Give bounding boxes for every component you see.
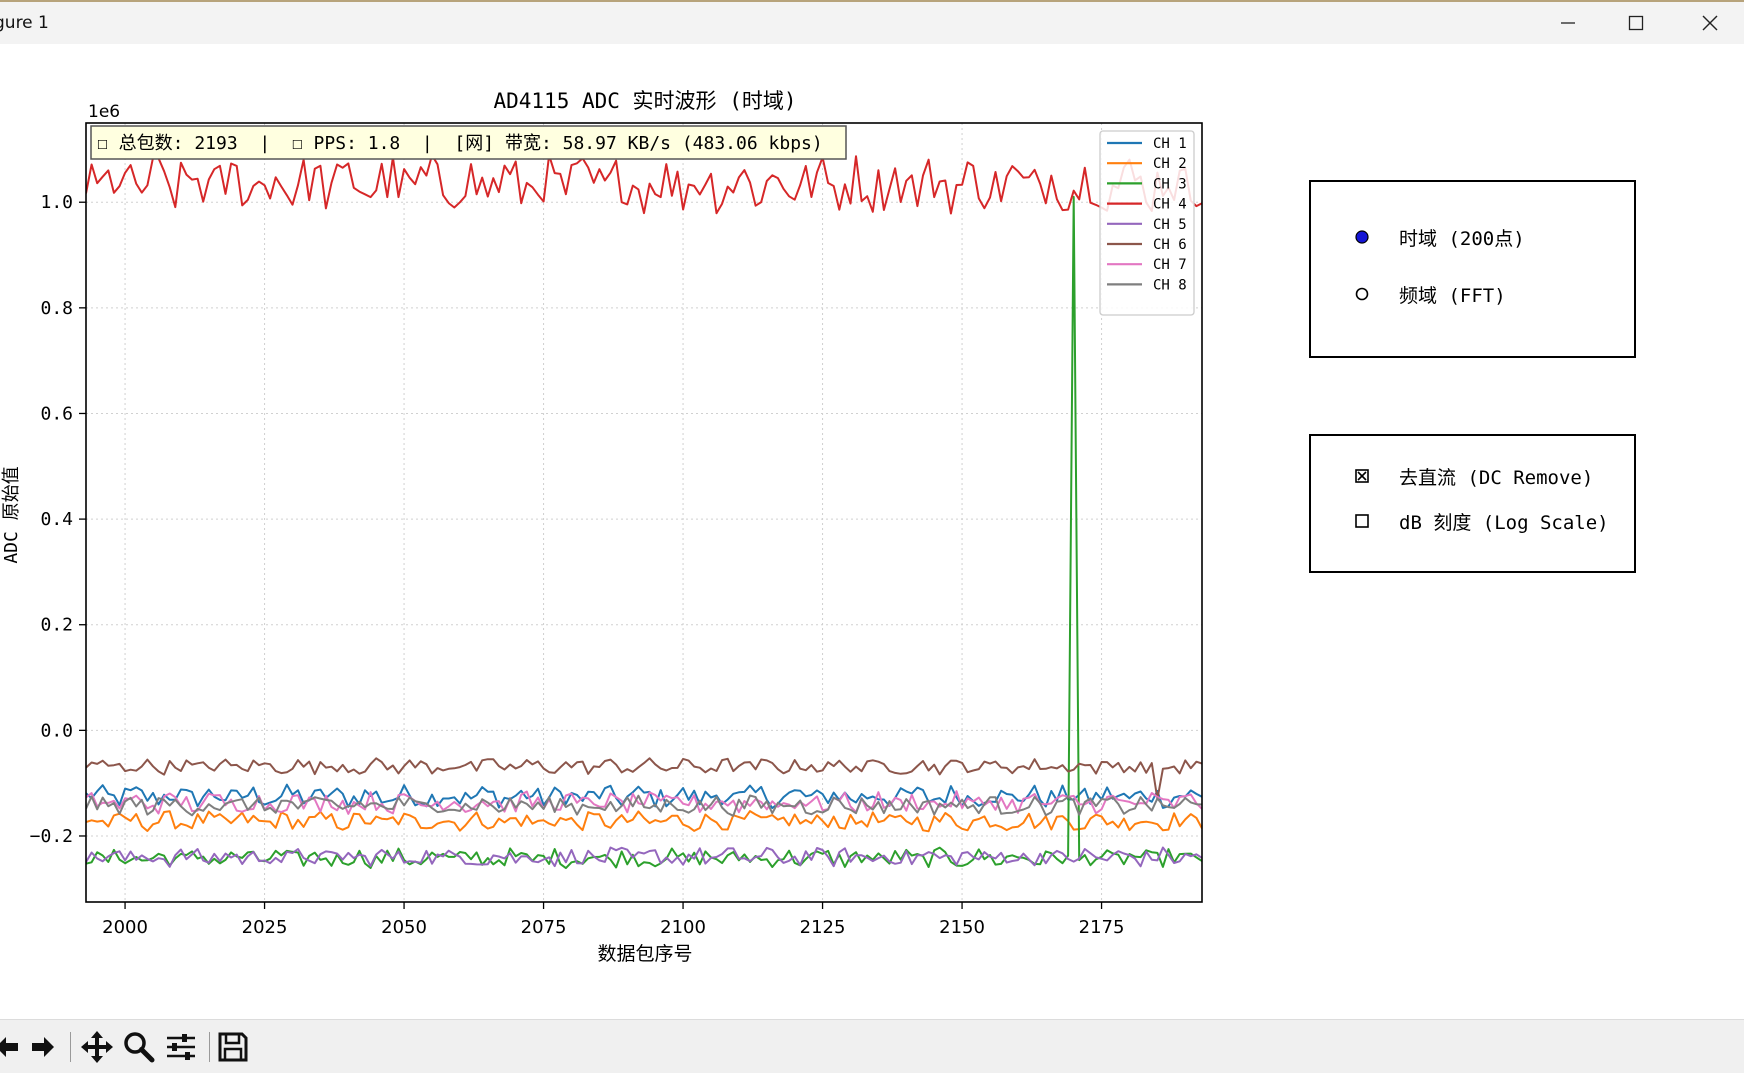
x-tick-label: 2075 <box>521 917 567 938</box>
legend-entry: CH 4 <box>1153 197 1187 213</box>
forward-icon <box>32 1037 54 1057</box>
legend-entry: CH 2 <box>1153 156 1187 172</box>
x-tick-label: 2100 <box>660 917 706 938</box>
series-lines <box>86 154 1202 870</box>
figure-window: gure 1 2000 2025 2050 2075 2100 2125 2150 2175 … <box>0 0 1744 1073</box>
pan-icon <box>81 1031 113 1063</box>
maximize-button[interactable] <box>1602 2 1670 44</box>
x-tick-label: 2000 <box>102 917 148 938</box>
legend-entry: CH 1 <box>1153 136 1187 152</box>
series-line-8 <box>86 794 1202 817</box>
radio-time-domain[interactable]: 时域 (200点) <box>1349 224 1525 250</box>
close-button[interactable] <box>1676 2 1744 44</box>
y-offset-label: 1e6 <box>88 102 120 122</box>
close-icon <box>1702 15 1718 31</box>
series-line-5 <box>86 846 1202 868</box>
radio-unselected-icon <box>1349 281 1375 307</box>
series-line-4 <box>86 154 1202 215</box>
checkbox-dc-remove[interactable]: 去直流 (DC Remove) <box>1349 463 1593 489</box>
toolbar-separator <box>70 1032 71 1062</box>
x-tick-label: 2150 <box>939 917 985 938</box>
legend-entry: CH 6 <box>1153 237 1187 253</box>
toolbar-separator <box>209 1032 210 1062</box>
pan-button[interactable] <box>78 1028 116 1066</box>
legend-entry: CH 7 <box>1153 257 1187 273</box>
checkbox-unchecked-icon <box>1349 508 1375 534</box>
checkbox-log-scale-label: dB 刻度 (Log Scale) <box>1399 511 1609 534</box>
figure-canvas: 2000 2025 2050 2075 2100 2125 2150 2175 −0.2 0.0… <box>0 44 1744 1019</box>
checkbox-checked-icon <box>1349 463 1375 489</box>
y-tick-label: 0.6 <box>40 403 73 424</box>
configure-button[interactable] <box>162 1028 200 1066</box>
y-axis-label: ADC 原始值 <box>1 466 22 563</box>
zoom-button[interactable] <box>120 1028 158 1066</box>
radio-frequency-domain[interactable]: 频域 (FFT) <box>1349 281 1506 307</box>
configure-icon <box>167 1034 195 1060</box>
legend-entry: CH 5 <box>1153 217 1187 233</box>
chart-title: AD4115 ADC 实时波形 (时域) <box>493 89 796 113</box>
series-line-2 <box>86 810 1202 833</box>
y-tick-label: −0.2 <box>30 826 73 847</box>
save-icon <box>218 1032 248 1062</box>
x-tick-label: 2175 <box>1079 917 1125 938</box>
x-tick-label: 2050 <box>381 917 427 938</box>
navigation-toolbar <box>0 1019 1744 1073</box>
y-tick-label: 0.4 <box>40 509 73 530</box>
y-tick-label: 0.8 <box>40 298 73 319</box>
x-axis-label: 数据包序号 <box>597 943 692 965</box>
title-bar: gure 1 <box>0 0 1744 44</box>
info-box: ☐ 总包数: 2193 | ☐ PPS: 1.8 | [网] 带宽: 58.97… <box>90 125 847 160</box>
y-ticks: −0.2 0.0 0.2 0.4 0.6 0.8 1.0 <box>30 192 86 847</box>
save-button[interactable] <box>214 1028 252 1066</box>
legend-entry: CH 8 <box>1153 277 1187 293</box>
y-tick-label: 0.0 <box>40 720 73 741</box>
back-icon <box>0 1037 18 1057</box>
display-mode-radio-panel: 时域 (200点) 频域 (FFT) <box>1309 180 1636 358</box>
radio-selected-icon <box>1349 224 1375 250</box>
legend: CH 1 CH 2 CH 3 CH 4 CH 5 CH 6 CH 7 CH 8 <box>1099 130 1195 316</box>
radio-frequency-domain-label: 频域 (FFT) <box>1399 284 1506 307</box>
x-tick-label: 2025 <box>242 917 288 938</box>
legend-entry: CH 3 <box>1153 176 1187 192</box>
y-tick-label: 0.2 <box>40 615 73 636</box>
minimize-icon <box>1561 22 1575 24</box>
forward-button[interactable] <box>24 1028 62 1066</box>
checkbox-dc-remove-label: 去直流 (DC Remove) <box>1399 466 1594 489</box>
maximize-icon <box>1628 15 1644 31</box>
zoom-icon <box>124 1032 155 1063</box>
y-tick-label: 1.0 <box>40 192 73 213</box>
processing-check-panel: 去直流 (DC Remove) dB 刻度 (Log Scale) <box>1309 434 1636 573</box>
x-tick-label: 2125 <box>800 917 846 938</box>
series-line-3 <box>86 195 1202 870</box>
x-ticks: 2000 2025 2050 2075 2100 2125 2150 2175 <box>102 902 1124 938</box>
info-box-text: ☐ 总包数: 2193 | ☐ PPS: 1.8 | [网] 带宽: 58.97… <box>97 133 823 154</box>
window-title: gure 1 <box>0 13 49 33</box>
back-button[interactable] <box>0 1028 26 1066</box>
minimize-button[interactable] <box>1534 2 1602 44</box>
checkbox-log-scale[interactable]: dB 刻度 (Log Scale) <box>1349 508 1609 534</box>
series-line-7 <box>86 790 1202 815</box>
radio-time-domain-label: 时域 (200点) <box>1399 227 1525 250</box>
